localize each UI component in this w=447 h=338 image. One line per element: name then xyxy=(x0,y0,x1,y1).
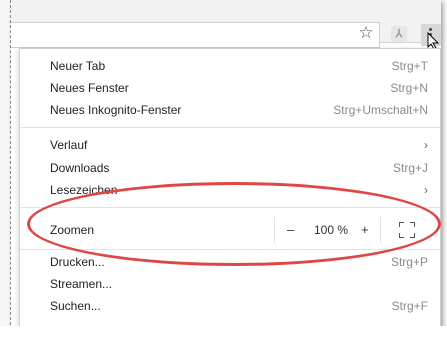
menu-divider xyxy=(20,127,440,128)
menu-item-label: Verlauf xyxy=(50,138,88,152)
menu-item-shortcut: Strg+T xyxy=(391,59,428,73)
menu-item-label: Neuer Tab xyxy=(50,59,106,73)
menu-item-shortcut: Strg+J xyxy=(392,161,428,175)
menu-item-shortcut: Strg+N xyxy=(390,81,428,95)
menu-item-history[interactable]: Verlauf › xyxy=(20,134,440,156)
browser-window: ☆ ⅄ Neuer Tab Strg+T Neues Fenster Strg+… xyxy=(10,0,441,330)
menu-item-label: Streamen... xyxy=(50,277,113,291)
browser-toolbar: ☆ ⅄ xyxy=(11,0,441,50)
submenu-arrow-icon: › xyxy=(424,138,428,152)
menu-item-incognito-window[interactable]: Neues Inkognito-Fenster Strg+Umschalt+N xyxy=(20,99,440,121)
menu-item-new-tab[interactable]: Neuer Tab Strg+T xyxy=(20,55,440,77)
menu-item-shortcut: Strg+Umschalt+N xyxy=(333,103,428,117)
menu-item-shortcut: Strg+P xyxy=(390,255,428,269)
menu-item-find[interactable]: Suchen... Strg+F xyxy=(20,295,440,317)
address-bar[interactable] xyxy=(11,22,380,48)
menu-item-label: Neues Inkognito-Fenster xyxy=(50,103,182,117)
menu-item-label: Suchen... xyxy=(50,299,101,313)
screenshot-frame: ☆ ⅄ Neuer Tab Strg+T Neues Fenster Strg+… xyxy=(0,0,447,338)
pdf-icon[interactable]: ⅄ xyxy=(391,26,407,42)
star-icon[interactable]: ☆ xyxy=(357,24,375,42)
menu-item-shortcut: Strg+F xyxy=(391,299,428,313)
menu-item-new-window[interactable]: Neues Fenster Strg+N xyxy=(20,77,440,99)
menu-item-label: Downloads xyxy=(50,161,110,175)
highlight-ellipse xyxy=(27,182,441,266)
torn-edge xyxy=(0,326,447,338)
menu-item-downloads[interactable]: Downloads Strg+J xyxy=(20,157,440,179)
menu-item-label: Neues Fenster xyxy=(50,81,129,95)
submenu-arrow-icon: › xyxy=(424,183,428,197)
menu-item-cast[interactable]: Streamen... xyxy=(20,273,440,295)
